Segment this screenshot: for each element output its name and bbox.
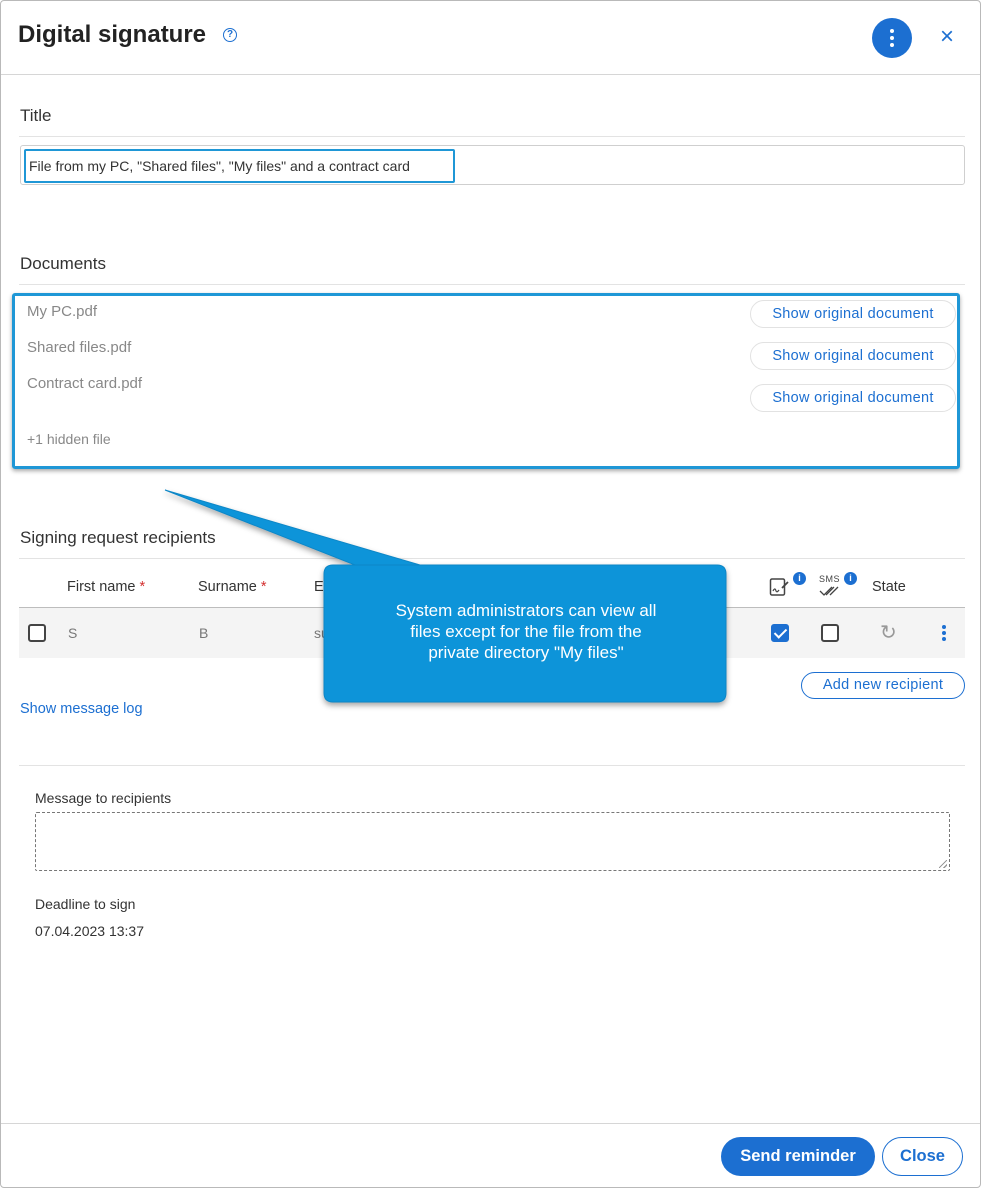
message-label: Message to recipients — [35, 790, 172, 806]
document-name: My PC.pdf — [27, 303, 98, 320]
more-options-button[interactable] — [872, 18, 912, 58]
resize-handle[interactable] — [939, 860, 947, 868]
hidden-file-note: +1 hidden file — [27, 431, 111, 447]
row-select-checkbox[interactable] — [28, 624, 46, 642]
sms-icon-label: SMS — [819, 574, 841, 584]
row-kebab-icon[interactable] — [942, 625, 946, 641]
close-icon[interactable]: × — [935, 23, 959, 51]
callout-line: private directory "My files" — [428, 643, 624, 662]
footer-divider — [1, 1123, 980, 1124]
callout-line: files except for the file from the — [410, 622, 642, 641]
documents-section-label: Documents — [20, 254, 106, 273]
document-name: Contract card.pdf — [27, 375, 143, 392]
refresh-icon[interactable]: ↻ — [880, 623, 897, 643]
title-section-label: Title — [20, 106, 52, 125]
required-mark: * — [139, 579, 146, 595]
title-input-value: File from my PC, "Shared files", "My fil… — [29, 158, 410, 174]
recipient-surname: B — [199, 625, 209, 641]
required-mark: * — [260, 579, 267, 595]
deadline-label: Deadline to sign — [35, 896, 136, 912]
message-textarea[interactable] — [35, 812, 950, 871]
show-original-document-button[interactable]: Show original document — [750, 300, 956, 328]
documents-section-divider — [19, 284, 965, 285]
send-reminder-button[interactable]: Send reminder — [721, 1137, 875, 1176]
kebab-menu-icon — [890, 36, 894, 40]
sms-checkbox[interactable] — [821, 624, 839, 642]
recipient-first-name: S — [68, 625, 78, 641]
info-icon[interactable]: i — [793, 572, 806, 585]
column-header-surname: Surname * — [198, 579, 267, 595]
column-header-first-name: First name * — [67, 579, 145, 595]
add-new-recipient-button[interactable]: Add new recipient — [801, 672, 965, 699]
column-header-label: First name — [67, 579, 136, 595]
digital-signature-dialog: Digital signature ? × Title File from my… — [0, 0, 981, 1188]
close-button[interactable]: Close — [882, 1137, 963, 1176]
column-header-label: Surname — [198, 579, 257, 595]
sign-checkbox[interactable] — [771, 624, 789, 642]
document-name: Shared files.pdf — [27, 339, 132, 356]
column-header-email: E — [314, 579, 324, 595]
deadline-value: 07.04.2023 13:37 — [35, 923, 144, 939]
column-header-state: State — [872, 579, 906, 595]
show-original-document-button[interactable]: Show original document — [750, 342, 956, 370]
dialog-header: Digital signature ? × — [1, 1, 980, 75]
info-icon[interactable]: i — [844, 572, 857, 585]
show-original-document-button[interactable]: Show original document — [750, 384, 956, 412]
recipients-section-label: Signing request recipients — [20, 528, 216, 547]
title-section-divider — [19, 136, 965, 137]
signature-icon — [769, 578, 789, 596]
recipients-section-divider — [19, 558, 965, 559]
callout-line: System administrators can view all — [395, 601, 657, 620]
sms-icon — [819, 586, 839, 596]
help-icon[interactable]: ? — [223, 28, 237, 42]
kebab-menu-icon — [890, 29, 894, 33]
kebab-menu-icon — [890, 43, 894, 47]
show-message-log-link[interactable]: Show message log — [20, 701, 143, 717]
message-section-divider — [19, 765, 965, 766]
callout-text: System administrators can view all files… — [327, 600, 725, 663]
dialog-title: Digital signature — [18, 21, 207, 48]
